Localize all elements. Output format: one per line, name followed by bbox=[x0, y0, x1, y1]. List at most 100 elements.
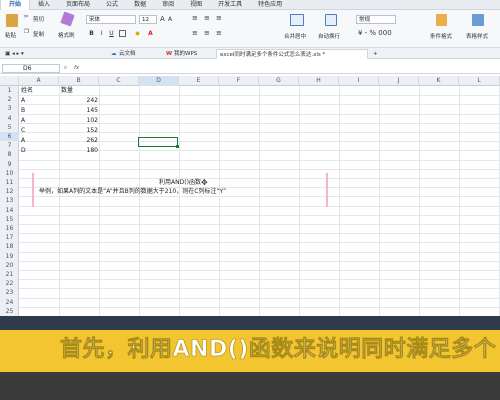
row-header[interactable]: 11 bbox=[0, 178, 19, 187]
fill-color-icon[interactable]: ◆ bbox=[133, 29, 142, 38]
align-bottom-icon[interactable]: ≡ bbox=[216, 14, 222, 22]
row-header[interactable]: 15 bbox=[0, 215, 19, 224]
table-style-button[interactable]: 表格样式 bbox=[466, 32, 488, 40]
row-header[interactable]: 22 bbox=[0, 279, 19, 288]
column-header[interactable]: B bbox=[59, 76, 99, 86]
row-header[interactable]: 25 bbox=[0, 307, 19, 316]
copy-button[interactable]: 复制 bbox=[33, 30, 44, 38]
column-header[interactable]: D bbox=[139, 76, 179, 86]
table-row-name[interactable]: B bbox=[21, 106, 25, 115]
row-header[interactable]: 24 bbox=[0, 298, 19, 307]
row-header[interactable]: 21 bbox=[0, 270, 19, 279]
row-header[interactable]: 2 bbox=[0, 95, 19, 104]
row-header[interactable]: 9 bbox=[0, 160, 19, 169]
row-header[interactable]: 10 bbox=[0, 169, 19, 178]
table-row-qty[interactable]: 262 bbox=[59, 136, 98, 145]
align-top-icon[interactable]: ≡ bbox=[192, 14, 198, 22]
merge-center-icon[interactable] bbox=[290, 14, 304, 26]
row-header[interactable]: 20 bbox=[0, 261, 19, 270]
table-row-qty[interactable]: 145 bbox=[59, 106, 98, 115]
font-color-icon[interactable]: A bbox=[146, 29, 155, 38]
copy-icon[interactable]: ❐ bbox=[24, 29, 29, 35]
table-style-icon[interactable] bbox=[472, 14, 484, 26]
font-size-select[interactable]: 12 bbox=[139, 15, 157, 24]
column-header[interactable]: A bbox=[19, 76, 59, 86]
align-left-icon[interactable]: ≡ bbox=[192, 29, 198, 37]
row-header[interactable]: 5 bbox=[0, 123, 19, 132]
row-header[interactable]: 17 bbox=[0, 233, 19, 242]
merge-center-button[interactable]: 合并居中 bbox=[284, 32, 306, 40]
row-header[interactable]: 1 bbox=[0, 86, 19, 95]
column-header[interactable]: L bbox=[459, 76, 500, 86]
font-name-select[interactable]: 宋体 bbox=[86, 15, 136, 24]
tab-review[interactable]: 审阅 bbox=[154, 0, 182, 10]
table-row-name[interactable]: C bbox=[21, 126, 25, 135]
column-header[interactable]: K bbox=[419, 76, 459, 86]
align-right-icon[interactable]: ≡ bbox=[216, 29, 222, 37]
tab-view[interactable]: 视图 bbox=[182, 0, 210, 10]
paste-button[interactable]: 粘贴 bbox=[5, 31, 16, 39]
column-header[interactable]: H bbox=[299, 76, 339, 86]
name-box[interactable]: D6 bbox=[2, 64, 60, 73]
cloud-docs-tab[interactable]: 云文档 bbox=[116, 49, 139, 59]
table-row-name[interactable]: D bbox=[21, 146, 26, 155]
number-format-select[interactable]: 常规 bbox=[356, 15, 396, 24]
header-qty[interactable]: 数量 bbox=[61, 86, 73, 95]
tab-insert[interactable]: 插入 bbox=[30, 0, 58, 10]
column-header[interactable]: J bbox=[379, 76, 419, 86]
row-header[interactable]: 3 bbox=[0, 104, 19, 113]
table-row-name[interactable]: A bbox=[21, 116, 25, 125]
row-header[interactable]: 16 bbox=[0, 224, 19, 233]
column-header[interactable]: G bbox=[259, 76, 299, 86]
column-header[interactable]: F bbox=[219, 76, 259, 86]
paste-icon[interactable] bbox=[6, 14, 18, 27]
active-file-tab[interactable]: excel同时满足多个条件公式怎么表达.xls * bbox=[216, 49, 368, 59]
zoom-icon[interactable]: ⌕ bbox=[64, 65, 67, 72]
nav-arrows-icon[interactable]: ▣ ◂ ▸ ▾ bbox=[2, 49, 27, 59]
table-row-qty[interactable]: 180 bbox=[59, 146, 98, 155]
underline-button[interactable]: U bbox=[107, 29, 116, 38]
header-name[interactable]: 姓名 bbox=[21, 86, 33, 95]
row-header[interactable]: 8 bbox=[0, 150, 19, 159]
italic-button[interactable]: I bbox=[97, 29, 106, 38]
tab-developer[interactable]: 开发工具 bbox=[210, 0, 250, 10]
table-row-name[interactable]: A bbox=[21, 96, 25, 105]
font-shrink-icon[interactable]: A bbox=[168, 16, 172, 23]
table-row-qty[interactable]: 102 bbox=[59, 116, 98, 125]
format-painter-button[interactable]: 格式刷 bbox=[58, 31, 75, 39]
fx-icon[interactable]: fx bbox=[74, 65, 79, 71]
bold-button[interactable]: B bbox=[87, 29, 96, 38]
tab-formulas[interactable]: 公式 bbox=[98, 0, 126, 10]
row-header[interactable]: 12 bbox=[0, 187, 19, 196]
table-row-qty[interactable]: 242 bbox=[59, 96, 98, 105]
borders-icon[interactable] bbox=[119, 30, 126, 37]
align-center-icon[interactable]: ≡ bbox=[204, 29, 210, 37]
row-header[interactable]: 23 bbox=[0, 288, 19, 297]
my-wps-tab[interactable]: 我的WPS bbox=[171, 49, 200, 59]
currency-icon[interactable]: ¥ - % 000 bbox=[358, 29, 392, 37]
row-header[interactable]: 14 bbox=[0, 206, 19, 215]
row-header[interactable]: 18 bbox=[0, 242, 19, 251]
format-painter-icon[interactable] bbox=[60, 11, 75, 27]
row-header[interactable]: 19 bbox=[0, 252, 19, 261]
font-grow-icon[interactable]: A bbox=[160, 15, 165, 23]
row-header[interactable]: 7 bbox=[0, 141, 19, 150]
row-header[interactable]: 13 bbox=[0, 196, 19, 205]
row-header[interactable]: 6 bbox=[0, 132, 19, 141]
align-middle-icon[interactable]: ≡ bbox=[204, 14, 210, 22]
active-cell-selection[interactable] bbox=[138, 137, 179, 148]
column-header[interactable]: E bbox=[179, 76, 219, 86]
column-header[interactable]: I bbox=[339, 76, 379, 86]
conditional-format-button[interactable]: 条件格式 bbox=[430, 32, 452, 40]
tab-data[interactable]: 数据 bbox=[126, 0, 154, 10]
wrap-text-button[interactable]: 自动换行 bbox=[318, 32, 340, 40]
select-all-corner[interactable] bbox=[0, 76, 19, 86]
conditional-format-icon[interactable] bbox=[436, 14, 447, 26]
table-row-name[interactable]: A bbox=[21, 136, 25, 145]
wrap-text-icon[interactable] bbox=[325, 14, 337, 26]
tab-home[interactable]: 开始 bbox=[0, 0, 31, 10]
scissors-icon[interactable]: ✂ bbox=[24, 14, 29, 20]
row-header[interactable]: 4 bbox=[0, 114, 19, 123]
worksheet-grid[interactable]: A B C D E F G H I J K L 1 2 3 4 5 6 7 8 9 10 11 12 1… bbox=[0, 76, 500, 316]
table-row-qty[interactable]: 152 bbox=[59, 126, 98, 135]
